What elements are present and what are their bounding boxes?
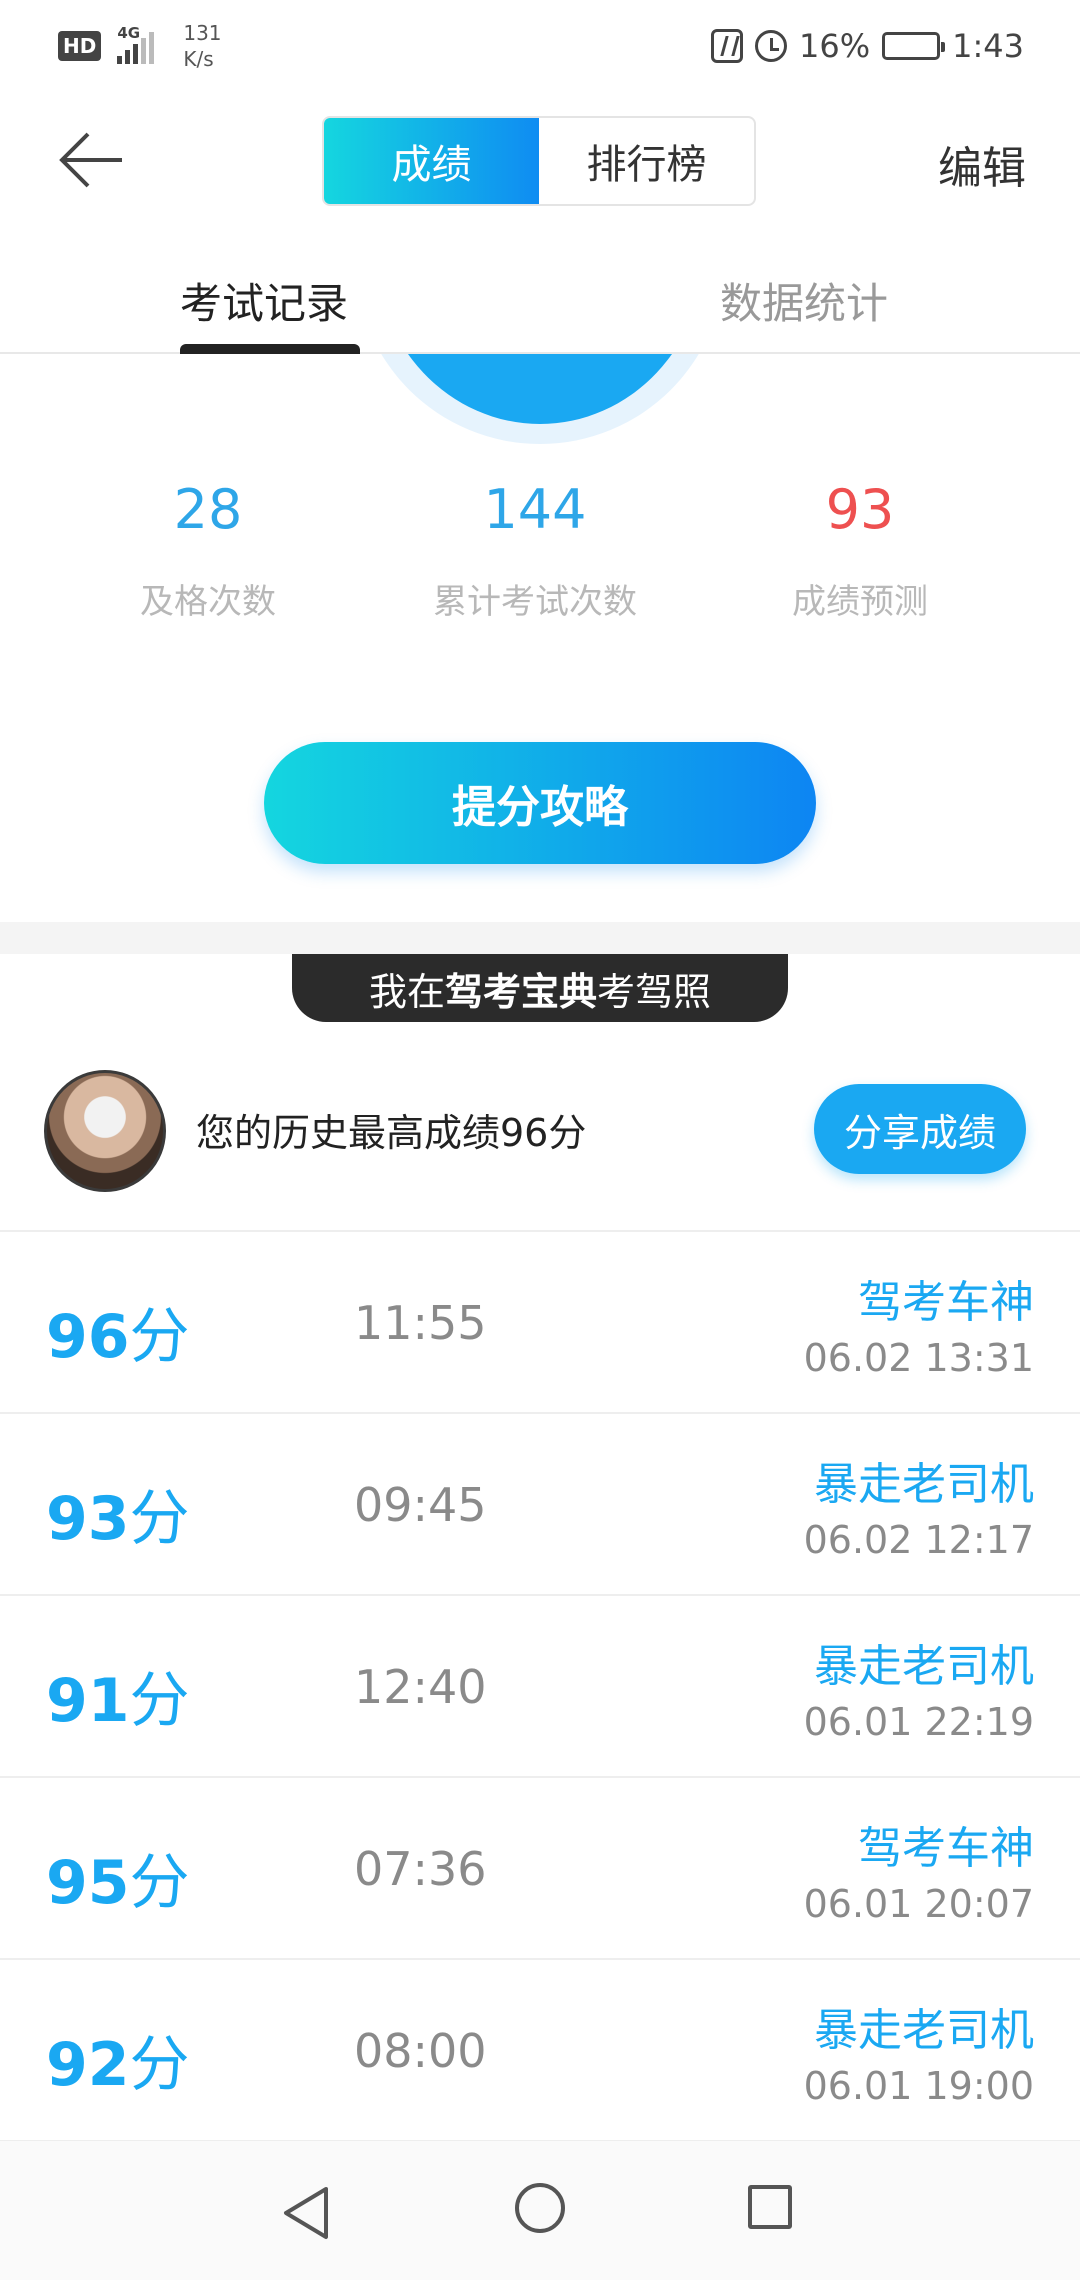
battery-percent: 16%: [799, 27, 871, 65]
score-gauge: [0, 354, 1080, 444]
improve-tips-button[interactable]: 提分攻略: [264, 742, 816, 864]
record-score: 93分: [46, 1484, 190, 1554]
stat-score-prediction: 93 成绩预测: [730, 470, 990, 623]
tab-data-stats[interactable]: 数据统计: [720, 270, 888, 331]
record-row[interactable]: 93分 09:45 暴走老司机 06.02 12:17: [0, 1414, 1080, 1596]
status-right: 16% 1:43: [711, 27, 1024, 65]
status-bar: HD 4G 131 K/s 16% 1:43: [0, 0, 1080, 92]
record-duration: 09:45: [354, 1478, 487, 1532]
segment-leaderboard[interactable]: 排行榜: [539, 118, 754, 204]
signal-4g-icon: 4G: [115, 24, 169, 66]
network-speed: 131 K/s: [183, 20, 221, 72]
record-score: 91分: [46, 1666, 190, 1736]
record-duration: 08:00: [354, 2024, 487, 2078]
record-title: 暴走老司机: [814, 1459, 1034, 1510]
tab-indicator: [180, 344, 360, 354]
section-divider: [0, 922, 1080, 954]
avatar: [44, 1070, 166, 1192]
record-duration: 07:36: [354, 1842, 487, 1896]
record-duration: 11:55: [354, 1296, 487, 1350]
nfc-icon: [711, 29, 744, 63]
header: 成绩 排行榜 编辑: [0, 110, 1080, 210]
stat-label: 及格次数: [140, 582, 276, 622]
banner-prefix: 我在: [368, 969, 445, 1014]
record-date: 06.01 19:00: [803, 2064, 1034, 2108]
share-score-button[interactable]: 分享成绩: [814, 1084, 1026, 1174]
banner-brand: 驾考宝典: [444, 969, 597, 1014]
stat-total-exams: 144 累计考试次数: [405, 470, 665, 623]
segment-score[interactable]: 成绩: [324, 118, 539, 204]
record-date: 06.01 20:07: [803, 1882, 1034, 1926]
record-score: 96分: [46, 1302, 190, 1372]
edit-button[interactable]: 编辑: [938, 132, 1026, 196]
system-nav-bar: [0, 2140, 1080, 2280]
speed-value: 131: [183, 21, 222, 45]
stat-value: 144: [483, 478, 587, 541]
nav-home-icon[interactable]: [515, 2183, 565, 2233]
tab-exam-records[interactable]: 考试记录: [180, 270, 348, 331]
stats-row: 28 及格次数 144 累计考试次数 93 成绩预测: [0, 470, 1080, 630]
record-title: 暴走老司机: [814, 2005, 1034, 2056]
record-date: 06.01 22:19: [803, 1700, 1034, 1744]
record-title: 暴走老司机: [814, 1641, 1034, 1692]
record-row[interactable]: 92分 08:00 暴走老司机 06.01 19:00: [0, 1960, 1080, 2142]
speed-unit: K/s: [183, 47, 214, 71]
back-arrow-icon: [59, 132, 122, 188]
status-left: HD 4G 131 K/s: [58, 20, 222, 72]
record-row[interactable]: 95分 07:36 驾考车神 06.01 20:07: [0, 1778, 1080, 1960]
best-score-row: 您的历史最高成绩96分 分享成绩: [0, 1050, 1080, 1232]
stat-label: 成绩预测: [792, 582, 928, 622]
stat-pass-count: 28 及格次数: [78, 470, 338, 623]
brand-banner: 我在 驾考宝典 考驾照: [292, 954, 788, 1022]
tab-bar: 考试记录 数据统计: [0, 250, 1080, 354]
record-date: 06.02 13:31: [803, 1336, 1034, 1380]
best-score-text: 您的历史最高成绩96分: [196, 1111, 587, 1155]
stat-value: 28: [173, 478, 243, 541]
alarm-icon: [755, 30, 788, 62]
record-row[interactable]: 96分 11:55 驾考车神 06.02 13:31: [0, 1232, 1080, 1414]
nav-recents-icon[interactable]: [748, 2185, 792, 2229]
battery-icon: [882, 32, 946, 60]
exam-records-list: 96分 11:55 驾考车神 06.02 13:31 93分 09:45 暴走老…: [0, 1232, 1080, 2142]
record-score: 92分: [46, 2030, 190, 2100]
record-row[interactable]: 91分 12:40 暴走老司机 06.01 22:19: [0, 1596, 1080, 1778]
record-title: 驾考车神: [858, 1277, 1034, 1328]
stat-label: 累计考试次数: [433, 582, 637, 622]
segment-control: 成绩 排行榜: [322, 116, 756, 206]
stat-value: 93: [825, 478, 895, 541]
clock: 1:43: [952, 27, 1024, 65]
hd-badge: HD: [58, 31, 102, 61]
record-duration: 12:40: [354, 1660, 487, 1714]
record-title: 驾考车神: [858, 1823, 1034, 1874]
back-button[interactable]: [56, 128, 128, 192]
record-score: 95分: [46, 1848, 190, 1918]
record-date: 06.02 12:17: [803, 1518, 1034, 1562]
nav-back-icon[interactable]: [280, 2185, 332, 2241]
banner-suffix: 考驾照: [597, 969, 712, 1014]
